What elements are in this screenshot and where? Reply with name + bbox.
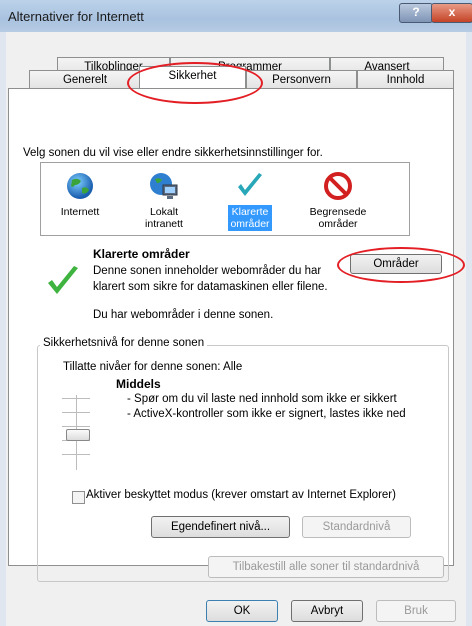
highlight-ellipse-sites (337, 247, 465, 283)
checkmark-icon (48, 266, 78, 294)
zone-label: Lokalt intranett (145, 206, 183, 230)
ok-button[interactable]: OK (206, 600, 278, 622)
security-level-group (37, 345, 449, 582)
zone-description-line1: Denne sonen inneholder webområder du har (93, 265, 322, 277)
zone-list: Internett Lokalt intranett Klarerte område… (40, 162, 410, 236)
window-title: Alternativer for Internett (8, 9, 144, 24)
title-bar: Alternativer for Internett ? x (0, 0, 472, 32)
apply-button[interactable]: Bruk (376, 600, 456, 622)
intranet-icon (150, 173, 178, 199)
globe-icon (67, 173, 93, 199)
zone-label: Klarerte områder (228, 205, 272, 231)
custom-level-button[interactable]: Egendefinert nivå... (151, 516, 290, 538)
zone-lokalt-intranett[interactable]: Lokalt intranett (131, 171, 197, 231)
zone-title: Klarerte områder (93, 247, 190, 261)
level-bullet-2: - ActiveX-kontroller som ikke er signert… (127, 408, 406, 420)
zone-begrensede-omrader[interactable]: Begrensede områder (305, 171, 371, 231)
level-bullet-1: - Spør om du vil laste ned innhold som i… (127, 393, 397, 405)
protected-mode-checkbox[interactable] (72, 491, 85, 504)
checkmark-icon (238, 173, 262, 196)
help-button[interactable]: ? (399, 3, 433, 23)
dialog-window: Alternativer for Internett ? x Tilkoblin… (0, 0, 472, 626)
close-button[interactable]: x (431, 3, 472, 23)
level-name: Middels (116, 377, 161, 391)
reset-all-zones-button[interactable]: Tilbakestill alle soner til standardnivå (208, 556, 444, 578)
highlight-ellipse-tab (127, 62, 263, 104)
zone-instruction: Velg sonen du vil vise eller endre sikke… (23, 147, 323, 159)
slider-thumb[interactable] (66, 429, 90, 441)
zone-label: Begrensede områder (309, 206, 367, 230)
tab-innhold[interactable]: Innhold (357, 70, 454, 89)
zone-description-line2: klarert som sikre for datamaskinen eller… (93, 281, 328, 293)
zone-label: Internett (60, 206, 100, 218)
tab-personvern[interactable]: Personvern (246, 70, 357, 89)
default-level-button[interactable]: Standardnivå (302, 516, 411, 538)
sites-status: Du har webområder i denne sonen. (93, 309, 274, 321)
cancel-button[interactable]: Avbryt (291, 600, 363, 622)
zone-internett[interactable]: Internett (47, 171, 113, 219)
security-level-label: Sikkerhetsnivå for denne sonen (40, 337, 208, 349)
zone-klarerte-omrader[interactable]: Klarerte områder (217, 171, 283, 231)
tab-generelt[interactable]: Generelt (29, 70, 141, 89)
no-entry-icon (324, 172, 352, 200)
allowed-levels-text: Tillatte nivåer for denne sonen: Alle (63, 361, 243, 373)
protected-mode-label: Aktiver beskyttet modus (krever omstart … (86, 489, 396, 501)
